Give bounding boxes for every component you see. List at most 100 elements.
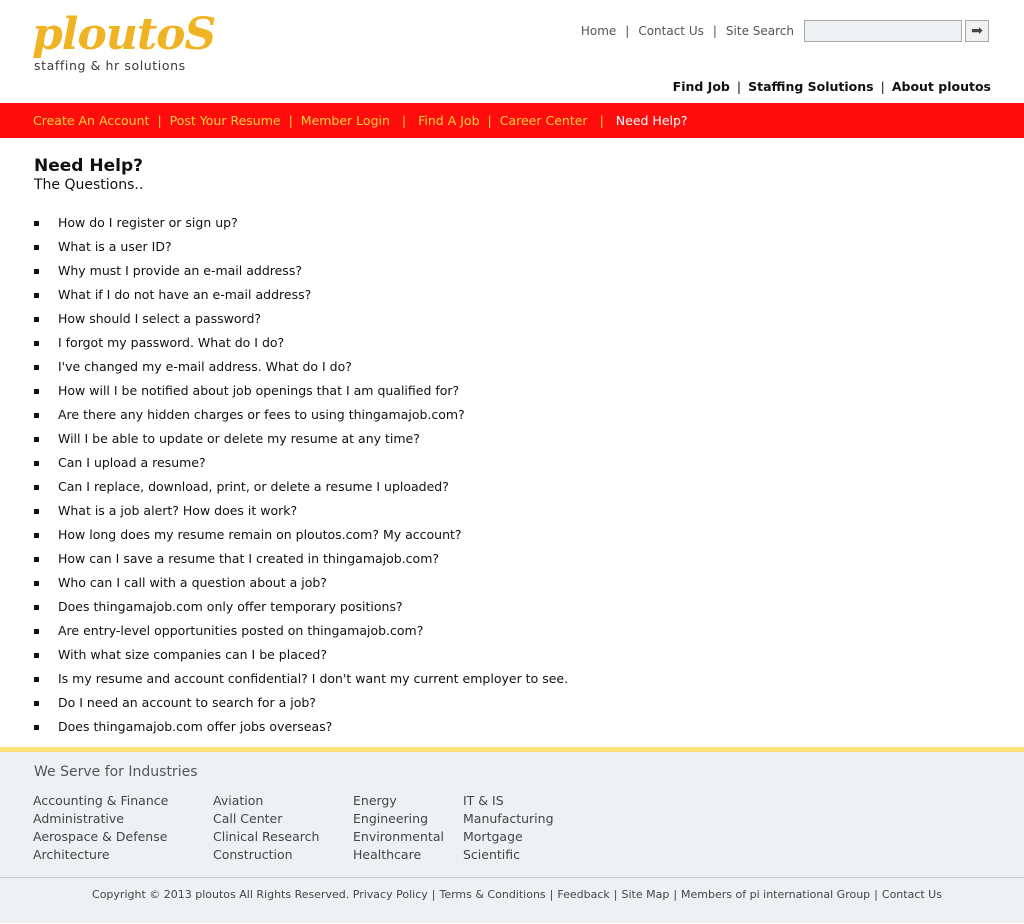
faq-question-link[interactable]: How can I save a resume that I created i… <box>58 551 439 566</box>
footer-link-contact[interactable]: Contact Us <box>882 888 942 901</box>
separator: | <box>880 79 885 94</box>
industry-link[interactable]: Aerospace & Defense <box>33 828 168 846</box>
separator: | <box>625 24 630 38</box>
faq-question-link[interactable]: Can I upload a resume? <box>58 455 206 470</box>
industry-link[interactable]: Construction <box>213 846 319 864</box>
industry-link[interactable]: Aviation <box>213 792 319 810</box>
separator: | <box>549 888 554 901</box>
faq-question-item: Does thingamajob.com only offer temporar… <box>34 595 568 619</box>
industry-link[interactable]: Mortgage <box>463 828 554 846</box>
faq-question-item: Does thingamajob.com offer jobs overseas… <box>34 715 568 739</box>
square-bullet-icon <box>34 317 39 322</box>
site-search-label: Site Search <box>725 24 794 38</box>
ploutos-logo[interactable]: ploutoS staffing & hr solutions <box>32 10 247 76</box>
top-links: Home | Contact Us | Site Search <box>581 24 794 38</box>
footer-link-sitemap[interactable]: Site Map <box>621 888 669 901</box>
industries-title: We Serve for Industries <box>34 764 198 780</box>
industry-link[interactable]: IT & IS <box>463 792 554 810</box>
faq-question-link[interactable]: Is my resume and account confidential? I… <box>58 671 568 686</box>
faq-question-link[interactable]: Does thingamajob.com offer jobs overseas… <box>58 719 332 734</box>
square-bullet-icon <box>34 365 39 370</box>
main-content: Need Help? The Questions.. How do I regi… <box>34 155 568 739</box>
footer: We Serve for Industries Accounting & Fin… <box>0 747 1024 923</box>
footer-link-privacy[interactable]: Privacy Policy <box>353 888 428 901</box>
subnav-create-account[interactable]: Create An Account <box>33 113 149 128</box>
faq-question-link[interactable]: What is a user ID? <box>58 239 172 254</box>
industry-link[interactable]: Administrative <box>33 810 168 828</box>
industry-link[interactable]: Manufacturing <box>463 810 554 828</box>
faq-question-link[interactable]: Who can I call with a question about a j… <box>58 575 327 590</box>
faq-question-link[interactable]: Can I replace, download, print, or delet… <box>58 479 449 494</box>
faq-question-item: How do I register or sign up? <box>34 211 568 235</box>
header: ploutoS staffing & hr solutions Home | Con… <box>0 0 1024 103</box>
nav-staffing-solutions[interactable]: Staffing Solutions <box>748 79 874 94</box>
faq-question-item: Will I be able to update or delete my re… <box>34 427 568 451</box>
faq-question-item: Can I upload a resume? <box>34 451 568 475</box>
square-bullet-icon <box>34 413 39 418</box>
subnav-find-a-job[interactable]: Find A Job <box>418 113 479 128</box>
faq-question-link[interactable]: How should I select a password? <box>58 311 261 326</box>
faq-question-item: How will I be notified about job opening… <box>34 379 568 403</box>
nav-find-job[interactable]: Find Job <box>673 79 730 94</box>
nav-about-ploutos[interactable]: About ploutos <box>892 79 991 94</box>
copyright-bar: Copyright © 2013 ploutos All Rights Rese… <box>0 877 1024 924</box>
faq-question-link[interactable]: Will I be able to update or delete my re… <box>58 431 420 446</box>
square-bullet-icon <box>34 533 39 538</box>
industry-link[interactable]: Accounting & Finance <box>33 792 168 810</box>
faq-question-link[interactable]: What if I do not have an e-mail address? <box>58 287 311 302</box>
faq-question-link[interactable]: Do I need an account to search for a job… <box>58 695 316 710</box>
square-bullet-icon <box>34 485 39 490</box>
industry-link[interactable]: Engineering <box>353 810 444 828</box>
square-bullet-icon <box>34 293 39 298</box>
contact-us-link[interactable]: Contact Us <box>638 24 704 38</box>
separator: | <box>157 113 162 128</box>
faq-question-link[interactable]: Are entry-level opportunities posted on … <box>58 623 423 638</box>
subnav-need-help[interactable]: Need Help? <box>616 113 688 128</box>
industries-column-3: Energy Engineering Environmental Healthc… <box>353 792 444 864</box>
industry-link[interactable]: Environmental <box>353 828 444 846</box>
site-search-input[interactable] <box>804 20 962 42</box>
faq-question-item: Can I replace, download, print, or delet… <box>34 475 568 499</box>
faq-question-link[interactable]: I forgot my password. What do I do? <box>58 335 284 350</box>
search-go-button[interactable]: ➡ <box>965 20 989 42</box>
subnav-career-center[interactable]: Career Center <box>500 113 588 128</box>
square-bullet-icon <box>34 389 39 394</box>
faq-question-link[interactable]: How do I register or sign up? <box>58 215 238 230</box>
square-bullet-icon <box>34 269 39 274</box>
square-bullet-icon <box>34 725 39 730</box>
industry-link[interactable]: Architecture <box>33 846 168 864</box>
industry-link[interactable]: Call Center <box>213 810 319 828</box>
home-link[interactable]: Home <box>581 24 616 38</box>
footer-link-terms[interactable]: Terms & Conditions <box>439 888 545 901</box>
industry-link[interactable]: Healthcare <box>353 846 444 864</box>
industry-link[interactable]: Scientific <box>463 846 554 864</box>
industry-link[interactable]: Energy <box>353 792 444 810</box>
subnav-member-login[interactable]: Member Login <box>301 113 390 128</box>
footer-link-members[interactable]: Members of pi international Group <box>681 888 870 901</box>
faq-question-link[interactable]: Why must I provide an e-mail address? <box>58 263 302 278</box>
footer-link-feedback[interactable]: Feedback <box>557 888 609 901</box>
separator: | <box>712 24 717 38</box>
faq-question-link[interactable]: Does thingamajob.com only offer temporar… <box>58 599 403 614</box>
industry-link[interactable]: Clinical Research <box>213 828 319 846</box>
faq-question-link[interactable]: I've changed my e-mail address. What do … <box>58 359 352 374</box>
square-bullet-icon <box>34 461 39 466</box>
faq-question-item: I forgot my password. What do I do? <box>34 331 568 355</box>
subnav-post-resume[interactable]: Post Your Resume <box>170 113 281 128</box>
faq-question-item: How can I save a resume that I created i… <box>34 547 568 571</box>
industries-column-2: Aviation Call Center Clinical Research C… <box>213 792 319 864</box>
faq-question-link[interactable]: With what size companies can I be placed… <box>58 647 327 662</box>
faq-question-item: What if I do not have an e-mail address? <box>34 283 568 307</box>
square-bullet-icon <box>34 701 39 706</box>
faq-question-link[interactable]: What is a job alert? How does it work? <box>58 503 297 518</box>
faq-question-list: How do I register or sign up? What is a u… <box>34 211 568 739</box>
separator: | <box>401 113 407 128</box>
faq-question-link[interactable]: How will I be notified about job opening… <box>58 383 459 398</box>
square-bullet-icon <box>34 557 39 562</box>
faq-question-item: Do I need an account to search for a job… <box>34 691 568 715</box>
square-bullet-icon <box>34 653 39 658</box>
square-bullet-icon <box>34 245 39 250</box>
faq-question-link[interactable]: Are there any hidden charges or fees to … <box>58 407 465 422</box>
faq-question-link[interactable]: How long does my resume remain on plouto… <box>58 527 462 542</box>
arrow-right-icon: ➡ <box>971 23 983 39</box>
